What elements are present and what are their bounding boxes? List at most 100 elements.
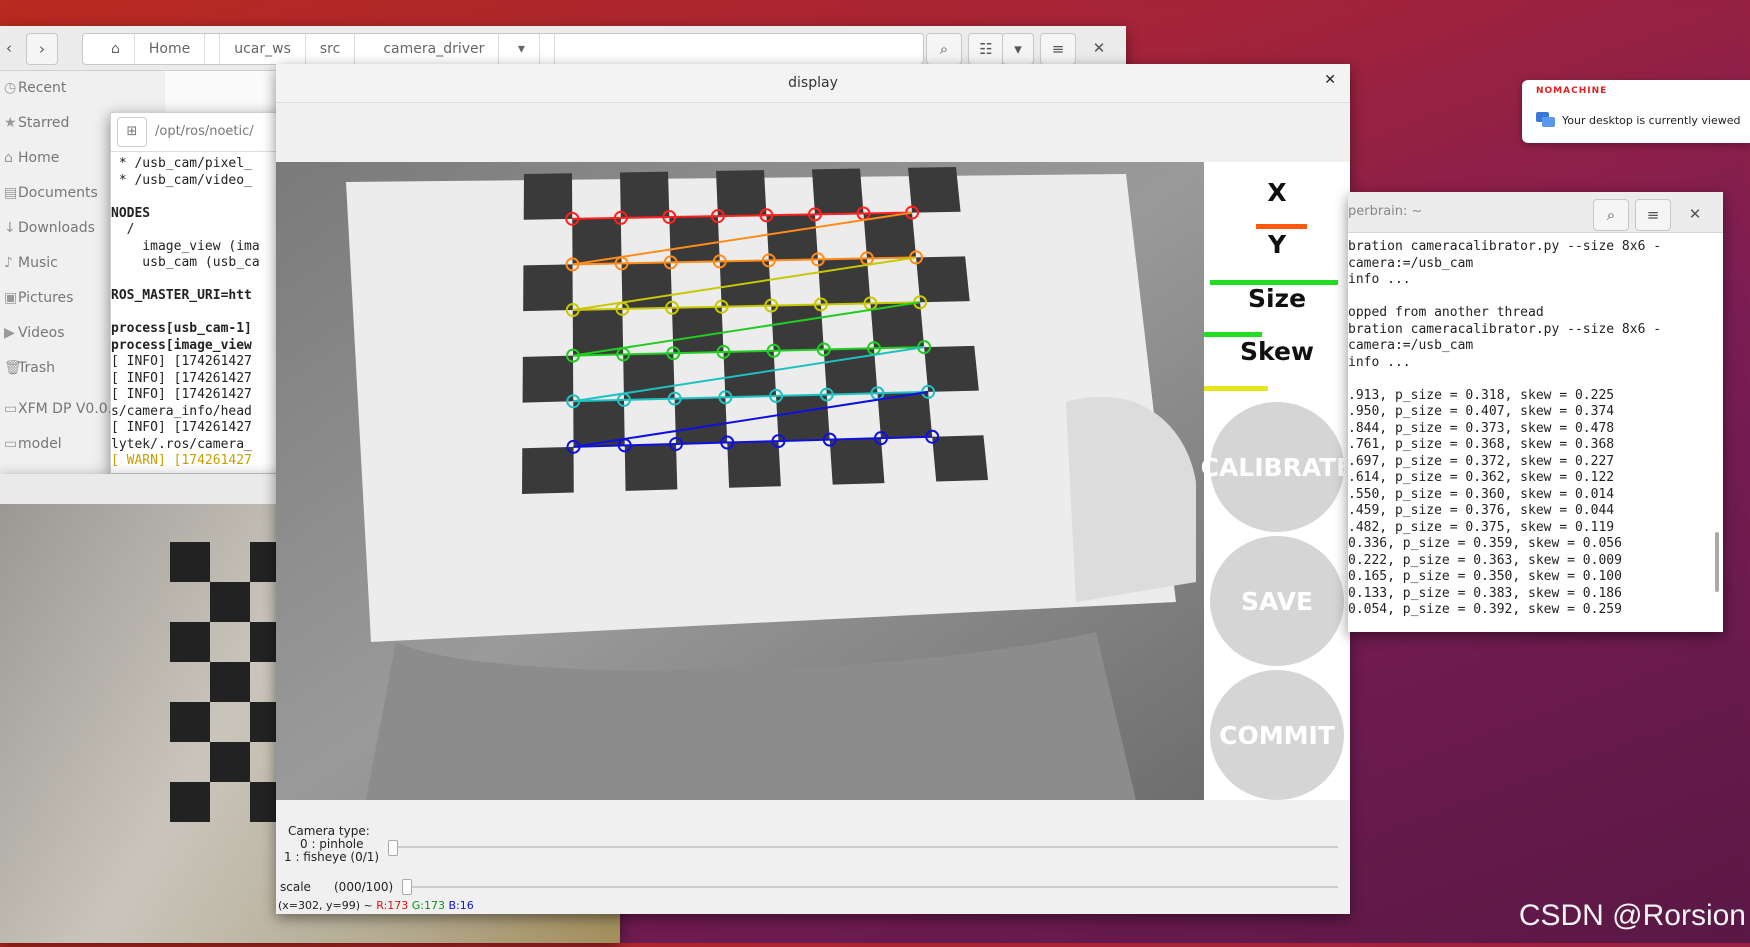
clock-icon: ◷ xyxy=(4,80,17,96)
terminal-header: ⊞ /opt/ros/noetic/ xyxy=(111,113,301,152)
new-tab-icon[interactable]: ⊞ xyxy=(117,117,147,147)
chevron-down-icon: ▾ xyxy=(504,34,540,64)
checker-square xyxy=(932,435,988,482)
terminal-line: bration cameracalibrator.py --size 8x6 - xyxy=(1348,321,1662,337)
camera-type-slider[interactable] xyxy=(388,846,1338,848)
camera-type-slider-knob[interactable] xyxy=(388,840,398,856)
scale-slider[interactable] xyxy=(404,886,1338,888)
terminal-line: [ INFO] [174261427 xyxy=(111,387,252,402)
scrollbar[interactable] xyxy=(1715,532,1719,592)
terminal-output: bration cameracalibrator.py --size 8x6 -… xyxy=(1348,239,1723,619)
terminal-line: camera:=/usb_cam xyxy=(1348,338,1474,353)
terminal-line: .482, p_size = 0.375, skew = 0.119 xyxy=(1348,519,1615,535)
terminal-line: process[usb_cam-1] xyxy=(111,321,252,336)
terminal-line: [ INFO] [174261427 xyxy=(111,370,252,386)
forward-button[interactable]: › xyxy=(26,33,58,65)
sidebar-item-label: Pictures xyxy=(18,290,74,306)
checker-square xyxy=(924,345,979,392)
checker-square xyxy=(210,742,250,782)
pinhole-label: 0 : pinhole xyxy=(300,837,364,851)
close-icon[interactable]: ✕ xyxy=(1324,72,1336,88)
nomachine-notification[interactable]: NOMACHINE Your desktop is currently view… xyxy=(1522,80,1750,143)
breadcrumb-ucar-ws[interactable]: ucar_ws xyxy=(220,34,306,64)
checker-square xyxy=(766,214,818,261)
breadcrumb-camera-driver[interactable]: camera_driver ▾ xyxy=(355,34,555,64)
checker-square xyxy=(771,304,824,351)
checker-square xyxy=(170,622,210,662)
terminal-line: s/camera_info/head xyxy=(111,403,252,419)
nomachine-logo: NOMACHINE xyxy=(1536,86,1608,96)
scale-slider-knob[interactable] xyxy=(402,879,412,895)
checker-square xyxy=(170,702,210,742)
close-button[interactable]: ✕ xyxy=(1678,199,1712,229)
checker-square xyxy=(523,173,573,220)
scale-label: scale xyxy=(280,880,311,894)
y-label: Y xyxy=(1267,230,1287,259)
sidebar-item-label: Downloads xyxy=(18,220,95,236)
breadcrumb-home[interactable]: ⌂ Home xyxy=(83,34,221,64)
terminal-line: [ INFO] [174261427 xyxy=(111,354,252,369)
home-icon: ⌂ xyxy=(4,150,13,166)
calibrator-terminal-window: perbrain: ~ ⌕ ≡ ✕ bration cameracalibrat… xyxy=(1348,192,1723,632)
drive-icon: ▭ xyxy=(4,401,18,417)
close-icon: ✕ xyxy=(1688,205,1702,223)
sidebar-item-label: Documents xyxy=(18,185,98,201)
view-options-button[interactable]: ▾ xyxy=(1002,33,1034,65)
search-icon: ⌕ xyxy=(1606,206,1616,224)
terminal-line: [ INFO] [174261427 xyxy=(111,420,252,435)
breadcrumb: ⌂ Home ucar_ws src camera_driver ▾ xyxy=(82,33,924,65)
display-window: display ✕ X Y Size Skew CALIBRATE SAVE C… xyxy=(276,64,1353,914)
menu-button[interactable]: ≡ xyxy=(1635,199,1671,231)
chevron-right-icon: › xyxy=(39,40,45,58)
checker-square xyxy=(624,443,678,491)
skew-label: Skew xyxy=(1239,337,1314,366)
terminal-line: .950, p_size = 0.407, skew = 0.374 xyxy=(1348,404,1615,419)
terminal-line: .459, p_size = 0.376, skew = 0.044 xyxy=(1348,503,1615,518)
terminal-line: ROS_MASTER_URI=htt xyxy=(111,288,252,303)
calibrate-button[interactable]: CALIBRATE xyxy=(1201,402,1353,532)
terminal-line: bration cameracalibrator.py --size 8x6 - xyxy=(1348,239,1662,254)
menu-button[interactable]: ≡ xyxy=(1040,33,1076,65)
hamburger-icon: ≡ xyxy=(1051,40,1065,58)
hamburger-icon: ≡ xyxy=(1646,206,1660,224)
terminal-line: .761, p_size = 0.368, skew = 0.368 xyxy=(1348,437,1615,452)
download-icon: ↓ xyxy=(4,220,16,236)
checker-square xyxy=(672,306,724,354)
checker-square xyxy=(812,168,864,215)
video-icon: ▶ xyxy=(4,325,15,341)
checker-square xyxy=(776,394,830,442)
commit-button[interactable]: COMMIT xyxy=(1210,670,1344,800)
fisheye-label: 1 : fisheye (0/1) xyxy=(284,850,380,864)
x-label: X xyxy=(1267,178,1287,207)
checker-square xyxy=(669,216,720,263)
save-button[interactable]: SAVE xyxy=(1210,536,1344,666)
checker-square xyxy=(829,438,885,485)
back-button[interactable]: ‹ xyxy=(0,33,24,63)
view-list-button[interactable]: ☷ xyxy=(968,33,1004,65)
checker-square xyxy=(210,582,250,622)
pixel-status: (x=302, y=99) ~ R:173 G:173 B:16 xyxy=(278,899,474,912)
search-button[interactable]: ⌕ xyxy=(1593,199,1629,231)
checker-square xyxy=(916,256,970,303)
scale-value: (000/100) xyxy=(334,880,394,894)
terminal-line: lytek/.ros/camera_ xyxy=(111,436,252,452)
close-icon: ✕ xyxy=(1092,39,1106,57)
list-icon: ☷ xyxy=(979,40,993,58)
search-button[interactable]: ⌕ xyxy=(926,33,962,65)
sidebar-item-label: XFM DP V0.0.1 xyxy=(18,401,122,417)
checker-square xyxy=(210,662,250,702)
calibration-image[interactable] xyxy=(276,162,1204,800)
close-button[interactable]: ✕ xyxy=(1082,33,1116,63)
chevron-down-icon: ▾ xyxy=(1014,40,1022,58)
breadcrumb-src[interactable]: src xyxy=(306,34,356,64)
sidebar-item-recent[interactable]: ◷ Recent xyxy=(0,71,165,106)
sidebar-item-label: Recent xyxy=(18,80,67,96)
camera-type-label: Camera type: xyxy=(288,824,370,838)
x-progress-bar xyxy=(1256,224,1307,229)
notification-message: Your desktop is currently viewed xyxy=(1562,114,1741,127)
screen-share-icon xyxy=(1536,112,1555,127)
